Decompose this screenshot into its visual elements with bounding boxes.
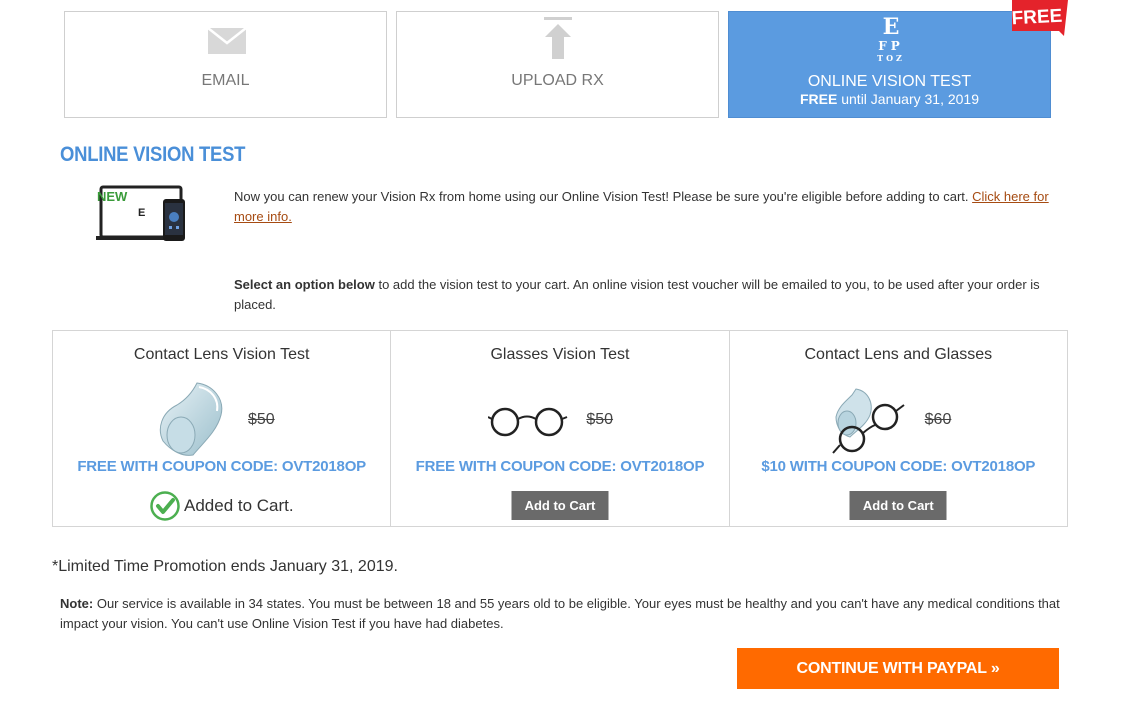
coupon-text: FREE WITH COUPON CODE: OVT2018OP: [415, 458, 705, 475]
contact-lens-image: [159, 382, 223, 456]
online-vision-test-option-label: ONLINE VISION TEST: [807, 73, 972, 90]
product-card-contact-lens-and-glasses: Contact Lens and Glasses $60 $10 WITH CO…: [730, 331, 1067, 526]
intro-paragraph: Now you can renew your Vision Rx from ho…: [234, 189, 1049, 224]
product-card-glasses: Glasses Vision Test $50 FREE WITH COUPON…: [391, 331, 730, 526]
svg-text:NEW: NEW: [97, 189, 128, 204]
eyeglasses-image: [488, 407, 568, 437]
eye-chart-icon: E FP TOZ: [877, 14, 905, 63]
promotion-end-notice: *Limited Time Promotion ends January 31,…: [52, 558, 398, 575]
product-title: Contact Lens Vision Test: [133, 346, 310, 363]
email-option-label: EMAIL: [201, 72, 250, 89]
envelope-icon: [208, 28, 246, 54]
product-title: Contact Lens and Glasses: [804, 346, 993, 363]
check-circle-icon: [150, 491, 180, 521]
upload-rx-option-label: UPLOAD RX: [511, 72, 604, 89]
add-to-cart-button[interactable]: Add to Cart: [511, 491, 609, 520]
original-price: $50: [586, 411, 614, 428]
email-option-tile[interactable]: EMAIL: [64, 11, 387, 118]
eligibility-note: Note: Our service is available in 34 sta…: [60, 596, 1060, 631]
added-to-cart-status: Added to Cart.: [150, 491, 294, 521]
coupon-text: $10 WITH COUPON CODE: OVT2018OP: [761, 458, 1036, 475]
original-price: $50: [248, 411, 275, 428]
product-card-contact-lens: Contact Lens Vision Test $50 FREE WITH C…: [53, 331, 392, 526]
add-to-cart-button[interactable]: Add to Cart: [849, 491, 947, 520]
free-badge: FREE: [1012, 0, 1068, 36]
free-until-text: FREE until January 31, 2019: [800, 91, 979, 107]
svg-text:E: E: [138, 207, 145, 219]
original-price: $60: [924, 411, 952, 428]
online-vision-test-option-tile[interactable]: E FP TOZ ONLINE VISION TEST FREE until J…: [728, 11, 1051, 118]
continue-with-paypal-button[interactable]: CONTINUE WITH PAYPAL »: [737, 648, 1059, 689]
vision-test-options-grid: Contact Lens Vision Test $50 FREE WITH C…: [52, 330, 1068, 527]
contact-lens-and-glasses-image: [831, 388, 905, 454]
svg-text:FREE: FREE: [1012, 6, 1063, 30]
upload-rx-option-tile[interactable]: UPLOAD RX: [396, 11, 719, 118]
product-title: Glasses Vision Test: [490, 346, 630, 363]
select-option-instructions: Select an option below to add the vision…: [234, 277, 1040, 312]
laptop-phone-new-icon: NEW E: [96, 185, 185, 241]
upload-arrow-icon: [544, 17, 572, 59]
coupon-text: FREE WITH COUPON CODE: OVT2018OP: [77, 458, 366, 475]
section-title: ONLINE VISION TEST: [60, 143, 246, 166]
